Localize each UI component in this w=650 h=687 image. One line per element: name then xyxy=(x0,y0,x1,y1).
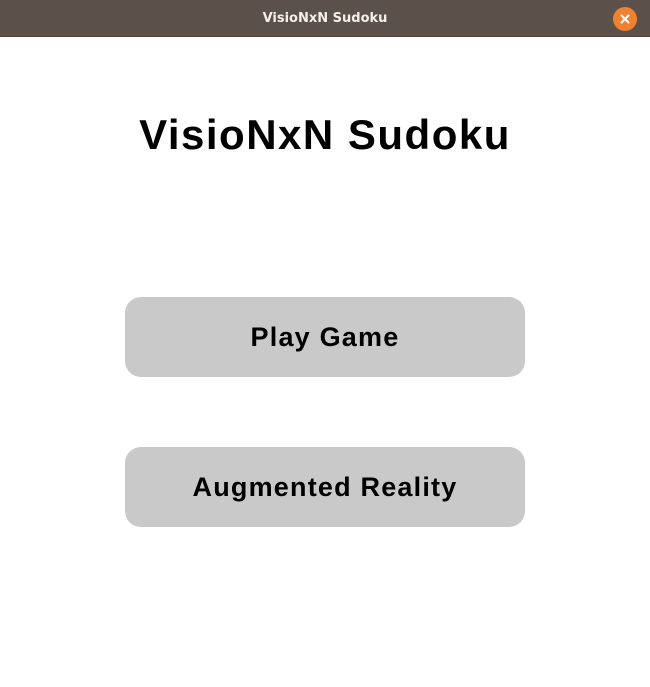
app-window: VisioNxN Sudoku VisioNxN Sudoku Play Gam… xyxy=(0,0,650,687)
augmented-reality-button[interactable]: Augmented Reality xyxy=(125,447,525,527)
play-game-button[interactable]: Play Game xyxy=(125,297,525,377)
close-icon xyxy=(620,14,630,24)
window-title: VisioNxN Sudoku xyxy=(262,11,388,26)
app-heading: VisioNxN Sudoku xyxy=(139,111,511,158)
title-bar[interactable]: VisioNxN Sudoku xyxy=(0,0,650,37)
close-button[interactable] xyxy=(613,7,637,31)
